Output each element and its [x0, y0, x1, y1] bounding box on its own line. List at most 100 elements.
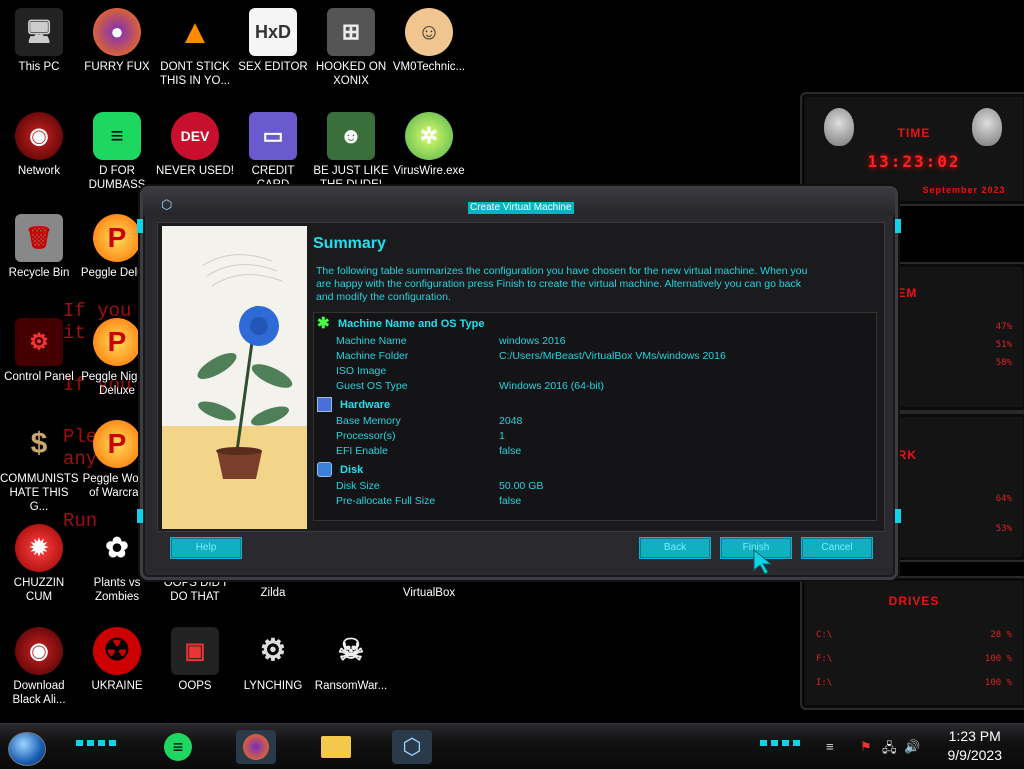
widget-clock: 13:23:02: [867, 152, 961, 171]
frame-accent: [895, 219, 901, 233]
peggle-icon: P: [93, 420, 141, 468]
section-header: ✱ Machine Name and OS Type: [317, 315, 485, 332]
alien-head-icon: [972, 108, 1002, 146]
desktop-icon-download-black-alien[interactable]: ◉ Download Black Ali...: [0, 627, 78, 707]
desktop-icon-control-panel[interactable]: ⚙ Control Panel: [0, 318, 78, 384]
control-panel-icon: ⚙: [15, 318, 63, 366]
desktop-icon-chuzzin-cum[interactable]: ✹ CHUZZIN CUM: [0, 524, 78, 604]
network-value: 64%: [995, 494, 1012, 504]
taskbar-date: 9/9/2023: [947, 747, 1003, 763]
alien-icon: ◉: [15, 627, 63, 675]
desktop-icon-sex-editor[interactable]: HxD SEX EDITOR: [234, 8, 312, 74]
peggle-icon: P: [93, 318, 141, 366]
widget-date: September 2023: [922, 185, 1006, 195]
help-button[interactable]: Help: [170, 537, 242, 559]
frame-accent: [137, 509, 143, 523]
chuzzle-icon: ✹: [15, 524, 63, 572]
network-tray-icon[interactable]: 🖧: [882, 739, 897, 761]
star-icon: ✱: [317, 315, 330, 332]
skull-icon: ☠: [337, 634, 365, 667]
virtualbox-icon: ⬡: [161, 197, 173, 212]
desktop-icon-hooked-on-xonix[interactable]: ⊞ HOOKED ON XONIX: [312, 8, 390, 88]
network-value: 53%: [995, 524, 1012, 534]
system-value: 47%: [995, 322, 1012, 332]
summary-table: ✱ Machine Name and OS Type Machine Name w…: [313, 312, 877, 521]
mouse-cursor-icon: [752, 548, 774, 581]
menu-icon[interactable]: ≡: [826, 739, 834, 754]
desktop-icon-ukraine[interactable]: ☢ UKRAINE: [78, 627, 156, 693]
desktop-icon-d-for-dumbass[interactable]: ≡ D FOR DUMBASS: [78, 112, 156, 192]
xonix-icon: ⊞: [327, 8, 375, 56]
radiation-icon: ☢: [93, 627, 141, 675]
lime-icon: ✲: [405, 112, 453, 160]
pc-icon: 🖥: [15, 8, 63, 56]
dialog-title: Create Virtual Machine: [468, 202, 574, 214]
summary-description: The following table summarizes the confi…: [316, 265, 808, 303]
devcpp-icon: DEV: [171, 112, 219, 160]
taskbar-accent: [760, 740, 800, 746]
start-button[interactable]: [8, 732, 46, 766]
elf-icon: ☻: [327, 112, 375, 160]
create-vm-dialog: ⬡ Create Virtual Machine Summary The fol…: [137, 186, 901, 580]
wizard-illustration: [162, 226, 307, 529]
taskbar-clock[interactable]: 1:23 PM 9/9/2023: [948, 727, 1003, 765]
taskbar: ≡ ⬡ ≡ ⚑ 🖧 🔊 1:23 PM 9/9/2023: [0, 723, 1024, 769]
drive-row: C:\ 28 %: [816, 630, 1012, 640]
pvz-icon: ✿: [105, 532, 129, 563]
virtualbox-icon: ⬡: [402, 734, 422, 759]
taskbar-spotify[interactable]: ≡: [158, 730, 198, 764]
disk-icon: [317, 462, 332, 477]
drive-row: I:\ 100 %: [816, 678, 1012, 688]
taskbar-file-explorer[interactable]: [316, 730, 356, 764]
summary-heading: Summary: [313, 235, 386, 252]
peggle-icon: P: [93, 214, 141, 262]
dialog-titlebar[interactable]: ⬡ Create Virtual Machine: [143, 189, 895, 215]
money-bag-icon: $: [30, 427, 48, 460]
taskbar-firefox[interactable]: [236, 730, 276, 764]
drives-title: DRIVES: [888, 594, 940, 608]
folder-icon: [321, 736, 351, 758]
volume-icon[interactable]: 🔊: [904, 739, 920, 755]
frame-accent: [895, 509, 901, 523]
spotify-icon: ≡: [93, 112, 141, 160]
lynching-icon: ⚙: [259, 634, 287, 667]
firefox-icon: [243, 734, 269, 760]
desktop-icon-oops[interactable]: ▣ OOPS: [156, 627, 234, 693]
frame-accent: [137, 219, 143, 233]
card-icon: ▭: [249, 112, 297, 160]
vlc-icon: ▲: [178, 13, 212, 51]
recycle-bin-icon: 🗑: [15, 214, 63, 262]
section-header: Disk: [317, 462, 363, 477]
desktop-icon-lynching[interactable]: ⚙ LYNCHING: [234, 627, 312, 693]
dialog-content: Summary The following table summarizes t…: [157, 222, 885, 532]
system-value: 58%: [995, 358, 1012, 368]
alien-head-icon: [824, 108, 854, 146]
desktop-icon-this-pc[interactable]: 🖥 This PC: [0, 8, 78, 74]
desktop-icon-be-just-like[interactable]: ☻ BE JUST LIKE THE DUDE!: [312, 112, 390, 192]
back-button[interactable]: Back: [639, 537, 711, 559]
desktop-icon-recycle-bin[interactable]: 🗑 Recycle Bin: [0, 214, 78, 280]
drives-widget: DRIVES C:\ 28 % F:\ 100 % I:\ 100 %: [800, 576, 1024, 710]
spotify-icon: ≡: [164, 733, 192, 761]
system-value: 51%: [995, 340, 1012, 350]
section-header: Hardware: [317, 397, 390, 412]
flag-icon[interactable]: ⚑: [860, 739, 872, 755]
taskbar-accent: [76, 740, 116, 746]
taskbar-time: 1:23 PM: [948, 728, 1001, 744]
desktop-icon-network[interactable]: ◉ Network: [0, 112, 78, 178]
desktop-icon-dont-stick[interactable]: ▲ DONT STICK THIS IN YO...: [156, 8, 234, 88]
firefox-icon: ●: [93, 8, 141, 56]
desktop-icon-ransomware[interactable]: ☠ RansomWar...: [312, 627, 390, 693]
oops-icon: ▣: [171, 627, 219, 675]
taskbar-virtualbox[interactable]: ⬡: [392, 730, 432, 764]
desktop-icon-furry-fux[interactable]: ● FURRY FUX: [78, 8, 156, 74]
desktop-icon-never-used[interactable]: DEV NEVER USED!: [156, 112, 234, 178]
desktop-icon-communists[interactable]: $ COMMUNISTS HATE THIS G...: [0, 420, 79, 514]
desktop-icon-vm0technic[interactable]: ☺ VM0Technic...: [390, 8, 468, 74]
desktop-icon-credit-card[interactable]: ▭ CREDIT CARD CHECKER: [234, 112, 312, 192]
chip-icon: [317, 397, 332, 412]
cancel-button[interactable]: Cancel: [801, 537, 873, 559]
doctor-icon: ☺: [405, 8, 453, 56]
hxd-icon: HxD: [249, 8, 297, 56]
desktop-icon-viruswire[interactable]: ✲ VirusWire.exe: [390, 112, 468, 178]
